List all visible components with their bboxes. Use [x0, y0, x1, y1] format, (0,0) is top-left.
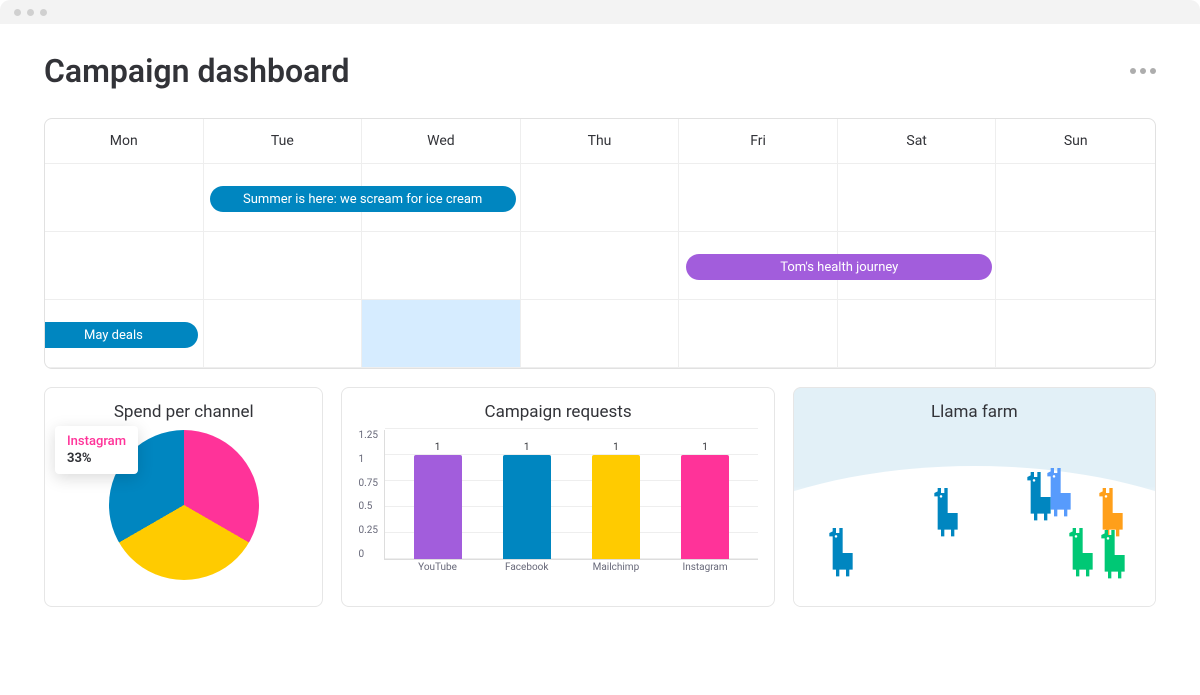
- llama-icon: [1042, 468, 1076, 518]
- llama-farm-card: Llama farm: [793, 387, 1156, 607]
- calendar-cell[interactable]: [45, 232, 204, 300]
- card-title: Spend per channel: [61, 402, 306, 422]
- plot-area: 1111 YouTubeFacebookMailchimpInstagram: [384, 430, 758, 560]
- calendar-cell[interactable]: [521, 232, 680, 300]
- calendar-cell[interactable]: [838, 164, 997, 232]
- llama-icon: [824, 528, 858, 578]
- calendar-cell[interactable]: [45, 164, 204, 232]
- calendar-cell[interactable]: [362, 232, 521, 300]
- calendar-event[interactable]: May deals: [44, 322, 198, 348]
- calendar-day-header: Sun: [996, 119, 1155, 164]
- llama-icon: [1096, 530, 1130, 580]
- calendar-cell[interactable]: [521, 164, 680, 232]
- calendar-cell[interactable]: [996, 300, 1155, 368]
- calendar-event[interactable]: Summer is here: we scream for ice cream: [210, 186, 516, 212]
- campaign-requests-card: Campaign requests 1.2510.750.50.250 1111…: [341, 387, 774, 607]
- bar[interactable]: 1: [675, 442, 735, 559]
- window-chrome: [0, 0, 1200, 24]
- bar-value-label: 1: [702, 442, 708, 453]
- calendar-cell[interactable]: [838, 300, 997, 368]
- calendar-day-header: Fri: [679, 119, 838, 164]
- y-tick: 0.5: [358, 501, 378, 512]
- bar[interactable]: 1: [497, 442, 557, 559]
- calendar-header: MonTueWedThuFriSatSun: [45, 119, 1155, 164]
- tooltip-channel: Instagram: [67, 434, 126, 449]
- calendar-cell[interactable]: [204, 232, 363, 300]
- calendar-cell[interactable]: [679, 300, 838, 368]
- x-tick: YouTube: [408, 562, 468, 573]
- calendar-day-header: Wed: [362, 119, 521, 164]
- calendar: MonTueWedThuFriSatSun: [44, 118, 1156, 369]
- page-title: Campaign dashboard: [44, 52, 349, 90]
- bar[interactable]: 1: [408, 442, 468, 559]
- bar[interactable]: 1: [586, 442, 646, 559]
- calendar-day-header: Sat: [838, 119, 997, 164]
- calendar-cell[interactable]: [679, 164, 838, 232]
- y-tick: 0.75: [358, 478, 378, 489]
- more-menu-button[interactable]: [1130, 68, 1156, 74]
- y-tick: 1: [358, 454, 378, 465]
- llama-icon: [1064, 528, 1098, 578]
- calendar-day-header: Thu: [521, 119, 680, 164]
- card-title: Campaign requests: [358, 402, 757, 422]
- calendar-body: Summer is here: we scream for ice cream T…: [45, 164, 1155, 368]
- calendar-cell[interactable]: [521, 300, 680, 368]
- bar-value-label: 1: [613, 442, 619, 453]
- calendar-day-header: Mon: [45, 119, 204, 164]
- bar-value-label: 1: [435, 442, 441, 453]
- x-tick: Instagram: [675, 562, 735, 573]
- calendar-cell[interactable]: [204, 300, 363, 368]
- bar-value-label: 1: [524, 442, 530, 453]
- y-tick: 1.25: [358, 430, 378, 441]
- x-tick: Facebook: [497, 562, 557, 573]
- x-tick: Mailchimp: [586, 562, 646, 573]
- y-axis: 1.25 1 0.75 0.5 0.25 0: [358, 430, 384, 560]
- calendar-day-header: Tue: [204, 119, 363, 164]
- calendar-cell[interactable]: [362, 300, 521, 368]
- header: Campaign dashboard: [44, 52, 1156, 90]
- calendar-event[interactable]: Tom's health journey: [686, 254, 992, 280]
- spend-per-channel-card: Spend per channel Instagram 33%: [44, 387, 323, 607]
- tooltip-percent: 33%: [67, 451, 126, 466]
- bar-chart[interactable]: 1.25 1 0.75 0.5 0.25 0 1 1 1 1 YouTube Facebook Ma…: [358, 430, 757, 590]
- y-tick: 0: [358, 549, 378, 560]
- window-dot: [40, 9, 47, 16]
- window-dot: [27, 9, 34, 16]
- pie-tooltip: Instagram 33%: [55, 426, 138, 474]
- window-dot: [14, 9, 21, 16]
- llama-icon: [929, 488, 963, 538]
- y-tick: 0.25: [358, 525, 378, 536]
- calendar-cell[interactable]: [996, 232, 1155, 300]
- calendar-cell[interactable]: [996, 164, 1155, 232]
- card-title: Llama farm: [810, 402, 1139, 422]
